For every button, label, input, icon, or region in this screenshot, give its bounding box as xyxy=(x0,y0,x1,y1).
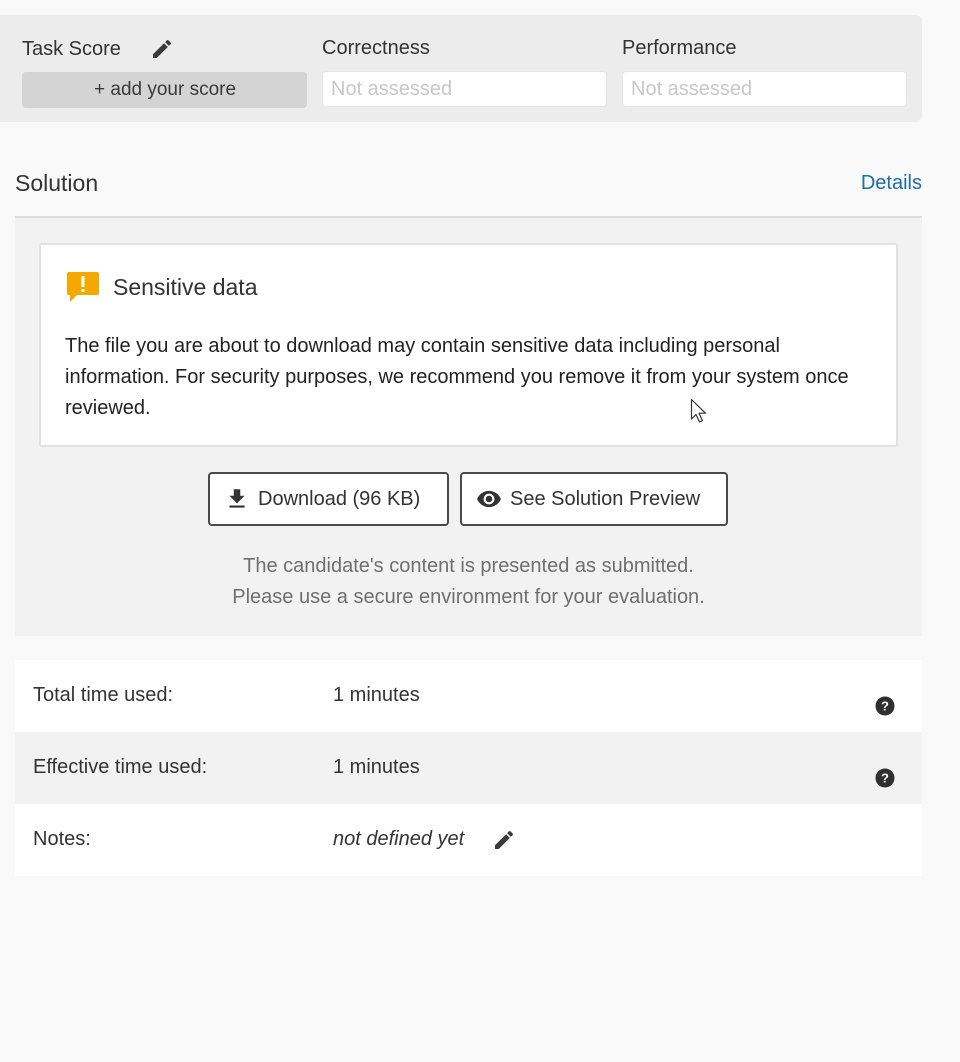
correctness-label: Correctness xyxy=(322,37,430,59)
svg-text:?: ? xyxy=(881,771,889,786)
performance-label: Performance xyxy=(622,37,737,59)
task-score-label: Task Score xyxy=(22,38,121,60)
mouse-cursor-icon xyxy=(690,398,707,423)
notice-line-2: Please use a secure environment for your… xyxy=(232,586,705,608)
notes-value: not defined yet xyxy=(333,828,465,850)
help-icon[interactable]: ? xyxy=(875,768,895,788)
svg-text:?: ? xyxy=(881,699,889,714)
sensitive-data-warning: Sensitive data The file you are about to… xyxy=(39,243,898,447)
download-button-label: Download (96 KB) xyxy=(258,487,421,510)
edit-task-score-button[interactable] xyxy=(148,35,176,63)
solution-actions: Download (96 KB) See Solution Preview xyxy=(15,472,922,526)
warning-icon xyxy=(67,272,99,302)
score-panel: Task Score + add your score Correctness … xyxy=(0,15,922,122)
table-row: Notes: not defined yet xyxy=(15,804,922,876)
add-score-button[interactable]: + add your score xyxy=(22,72,307,108)
details-link[interactable]: Details xyxy=(861,172,922,195)
pencil-icon xyxy=(153,39,172,58)
help-icon[interactable]: ? xyxy=(875,696,895,716)
see-solution-preview-button[interactable]: See Solution Preview xyxy=(460,472,728,526)
download-icon xyxy=(229,489,245,508)
total-time-value: 1 minutes xyxy=(333,684,420,706)
effective-time-label: Effective time used: xyxy=(33,756,208,778)
total-time-label: Total time used: xyxy=(33,684,174,706)
solution-body: Sensitive data The file you are about to… xyxy=(15,218,922,636)
pencil-icon xyxy=(495,830,514,849)
warning-text: The file you are about to download may c… xyxy=(65,335,849,419)
notice-line-1: The candidate's content is presented as … xyxy=(243,555,694,577)
table-row: Total time used: 1 minutes ? xyxy=(15,660,922,732)
time-info-table: Total time used: 1 minutes ? Effective t… xyxy=(15,660,922,876)
solution-header: Solution Details xyxy=(15,160,922,218)
submission-notice: The candidate's content is presented as … xyxy=(15,551,922,613)
notes-label: Notes: xyxy=(33,828,91,850)
correctness-field[interactable] xyxy=(322,71,607,107)
warning-title: Sensitive data xyxy=(113,274,258,300)
preview-button-label: See Solution Preview xyxy=(510,487,701,510)
solution-title: Solution xyxy=(15,170,99,196)
performance-field[interactable] xyxy=(622,71,907,107)
download-button[interactable]: Download (96 KB) xyxy=(208,472,449,526)
table-row: Effective time used: 1 minutes ? xyxy=(15,732,922,804)
eye-icon xyxy=(477,490,501,508)
edit-notes-button[interactable] xyxy=(490,826,518,854)
effective-time-value: 1 minutes xyxy=(333,756,420,778)
